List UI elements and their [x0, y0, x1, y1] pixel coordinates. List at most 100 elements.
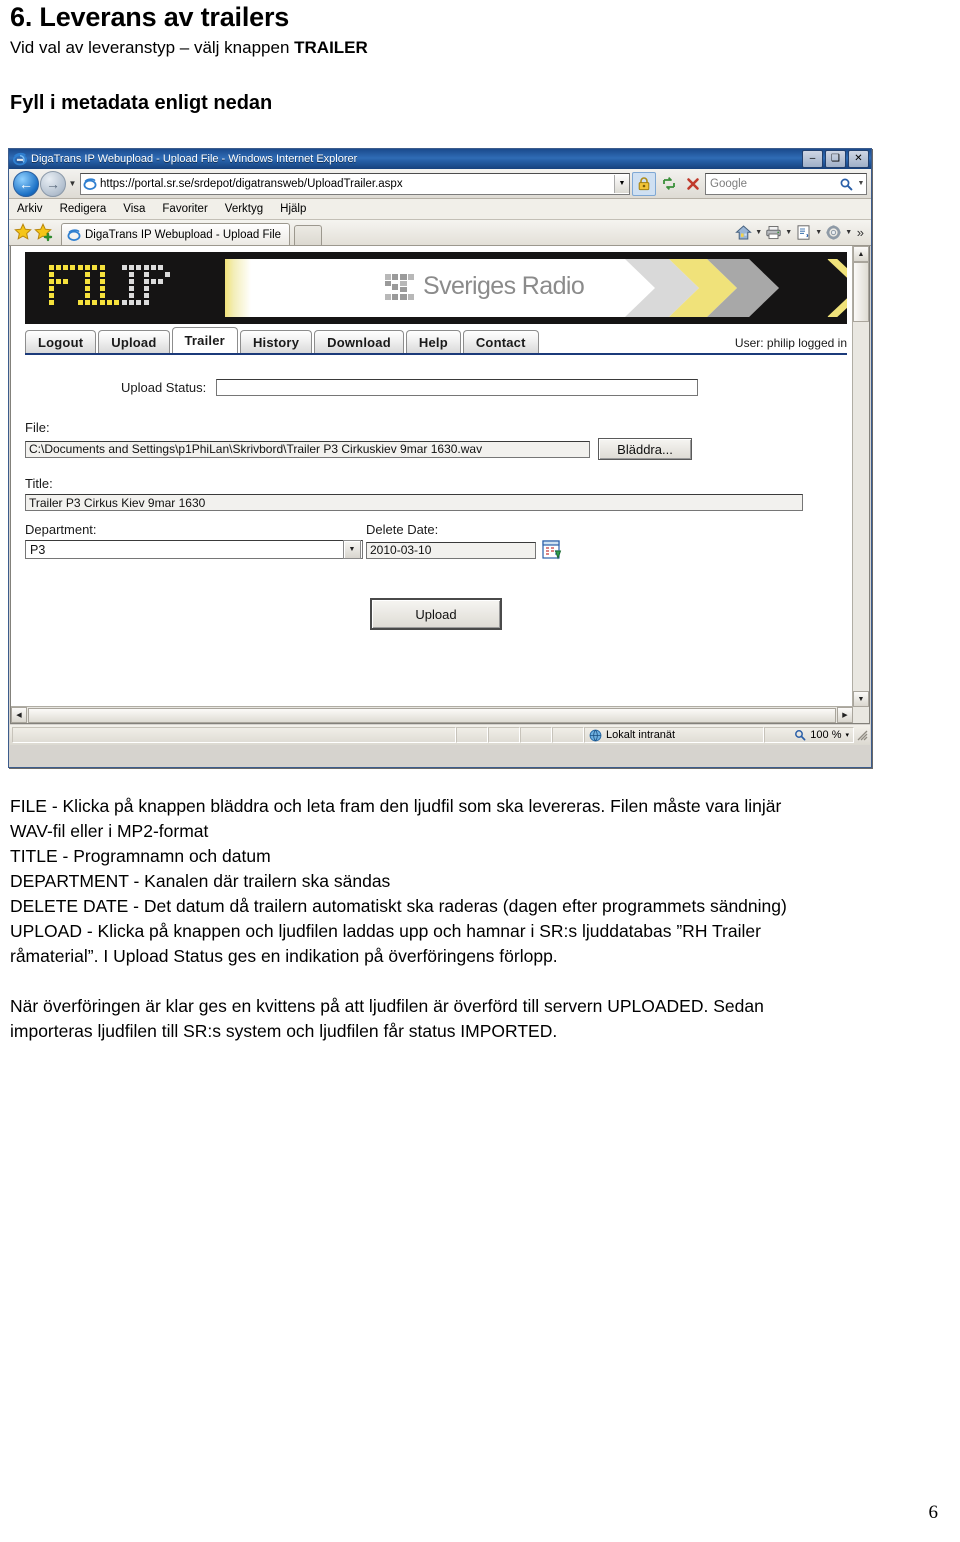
menu-item-redigera[interactable]: Redigera [60, 203, 107, 215]
tools-icon[interactable] [824, 222, 844, 242]
search-go-icon[interactable] [836, 177, 856, 191]
zoom-level-label: 100 % [810, 729, 842, 741]
file-path-input[interactable]: C:\Documents and Settings\p1PhiLan\Skriv… [25, 440, 590, 458]
menu-item-arkiv[interactable]: Arkiv [17, 203, 43, 215]
instruction-line-6: UPLOAD - Klicka på knappen och ljudfilen… [10, 921, 761, 941]
upload-status-row: Upload Status: [25, 379, 847, 396]
close-button[interactable]: ✕ [848, 150, 869, 168]
address-chevron-down-icon[interactable]: ▼ [614, 174, 629, 193]
print-chevron-down-icon[interactable]: ▼ [784, 229, 794, 236]
browser-statusbar: Lokalt intranät 100 % ▾ [10, 725, 870, 745]
department-column: Department: P3 ▼ [25, 522, 363, 560]
title-label: Title: [25, 476, 53, 491]
address-bar[interactable]: https://portal.sr.se/srdepot/digatranswe… [80, 172, 630, 195]
lock-glyph [638, 177, 650, 191]
tab-favicon-icon [67, 228, 81, 241]
file-label: File: [25, 420, 50, 435]
refresh-icon[interactable] [658, 173, 680, 195]
filip-logo [49, 265, 170, 305]
calendar-picker-icon[interactable] [542, 540, 564, 560]
logged-in-user-label: User: philip logged in [734, 336, 847, 350]
filip-letter-i-3 [122, 265, 141, 305]
maximize-button[interactable]: ❑ [825, 150, 846, 168]
nav-tab-help[interactable]: Help [405, 330, 461, 353]
department-chevron-down-icon[interactable]: ▼ [343, 540, 361, 559]
security-zone-pane[interactable]: Lokalt intranät [584, 727, 764, 743]
instructions-text: FILE - Klicka på knappen bläddra och let… [10, 794, 950, 1044]
history-chevron-down-icon[interactable]: ▼ [66, 179, 79, 188]
tools-chevron-down-icon[interactable]: ▼ [844, 229, 854, 236]
page-chevron-down-icon[interactable]: ▼ [814, 229, 824, 236]
department-select[interactable]: P3 ▼ [25, 540, 363, 559]
horizontal-scroll-thumb[interactable] [28, 707, 836, 723]
page-number: 6 [928, 1502, 939, 1523]
scroll-left-button[interactable]: ◀ [11, 707, 27, 723]
page-icon[interactable] [794, 222, 814, 242]
back-button[interactable]: ← [13, 170, 39, 197]
overflow-chevron-icon[interactable]: » [854, 225, 867, 240]
home-icon[interactable] [734, 222, 754, 242]
delete-date-label: Delete Date: [366, 522, 439, 537]
stop-icon[interactable] [682, 173, 704, 195]
menu-item-favoriter[interactable]: Favoriter [162, 203, 207, 215]
viewport-horizontal-scrollbar[interactable]: ◀ ▶ [11, 706, 853, 723]
sveriges-radio-brand: Sveriges Radio [385, 272, 585, 301]
instruction-line-9: importeras ljudfilen till SR:s system oc… [10, 1021, 558, 1041]
app-nav-tabs: Logout Upload Trailer History Download H… [25, 327, 847, 355]
forward-button[interactable]: → [40, 170, 66, 197]
zoom-chevron-down-icon[interactable]: ▾ [845, 731, 849, 739]
filip-letter-p-4 [144, 265, 170, 305]
browse-button[interactable]: Bläddra... [598, 438, 692, 460]
nav-tab-download[interactable]: Download [314, 330, 404, 353]
browser-menubar: Arkiv Redigera Visa Favoriter Verktyg Hj… [9, 199, 871, 220]
nav-tab-history[interactable]: History [239, 330, 313, 353]
filip-letter-f-0 [49, 265, 75, 305]
window-controls: – ❑ ✕ [802, 150, 869, 168]
vertical-scroll-thumb[interactable] [853, 262, 869, 322]
statusbar-message-pane [12, 727, 456, 743]
new-tab-button[interactable] [294, 225, 323, 245]
title-input[interactable]: Trailer P3 Cirkus Kiev 9mar 1630 [25, 494, 803, 511]
home-chevron-down-icon[interactable]: ▼ [754, 229, 764, 236]
scroll-down-button[interactable]: ▼ [853, 691, 869, 707]
page-title: 6. Leverans av trailers [10, 2, 290, 32]
print-icon[interactable] [764, 222, 784, 242]
department-date-row: Department: P3 ▼ Delete Date: 2010-03-10 [25, 522, 847, 560]
upload-status-label: Upload Status: [121, 380, 207, 395]
instruction-line-7: råmaterial”. I Upload Status ges en indi… [10, 946, 558, 966]
search-input[interactable]: Google [706, 178, 836, 190]
upload-button[interactable]: Upload [370, 598, 502, 630]
browser-tab-digatrans[interactable]: DigaTrans IP Webupload - Upload File [61, 223, 291, 245]
browser-tab-label: DigaTrans IP Webupload - Upload File [85, 228, 282, 241]
menu-item-hjalp[interactable]: Hjälp [280, 203, 306, 215]
search-box[interactable]: Google ▼ [705, 172, 867, 195]
upload-status-input[interactable] [216, 379, 699, 396]
security-lock-icon[interactable] [632, 171, 656, 196]
viewport-vertical-scrollbar[interactable]: ▲ ▼ [852, 246, 869, 707]
menu-item-visa[interactable]: Visa [123, 203, 145, 215]
instruction-line-1: FILE - Klicka på knappen bläddra och let… [10, 796, 782, 816]
nav-tab-contact[interactable]: Contact [462, 330, 539, 353]
statusbar-pane-1 [456, 727, 488, 743]
sr-logo-icon [385, 273, 414, 300]
add-to-favorites-star-icon[interactable] [33, 222, 53, 242]
home-glyph [735, 224, 753, 239]
browser-navigation-bar: ← → ▼ https://portal.sr.se/srdepot/digat… [9, 169, 871, 199]
filip-letter-l-2 [100, 265, 119, 305]
scroll-right-button[interactable]: ▶ [837, 707, 853, 723]
favorites-star-icon[interactable] [13, 222, 33, 242]
nav-tab-upload[interactable]: Upload [98, 330, 170, 353]
nav-tab-logout[interactable]: Logout [25, 330, 97, 353]
stop-glyph [687, 177, 699, 190]
nav-tab-trailer[interactable]: Trailer [171, 327, 238, 353]
delete-date-line: 2010-03-10 [366, 540, 564, 560]
statusbar-pane-4 [552, 727, 584, 743]
zoom-level-pane[interactable]: 100 % ▾ [764, 727, 854, 743]
resize-grip[interactable] [854, 729, 868, 741]
search-chevron-down-icon[interactable]: ▼ [856, 180, 866, 187]
delete-date-input[interactable]: 2010-03-10 [366, 541, 536, 559]
menu-item-verktyg[interactable]: Verktyg [225, 203, 263, 215]
gear-glyph [826, 224, 841, 240]
scroll-up-button[interactable]: ▲ [853, 246, 869, 262]
minimize-button[interactable]: – [802, 150, 823, 168]
